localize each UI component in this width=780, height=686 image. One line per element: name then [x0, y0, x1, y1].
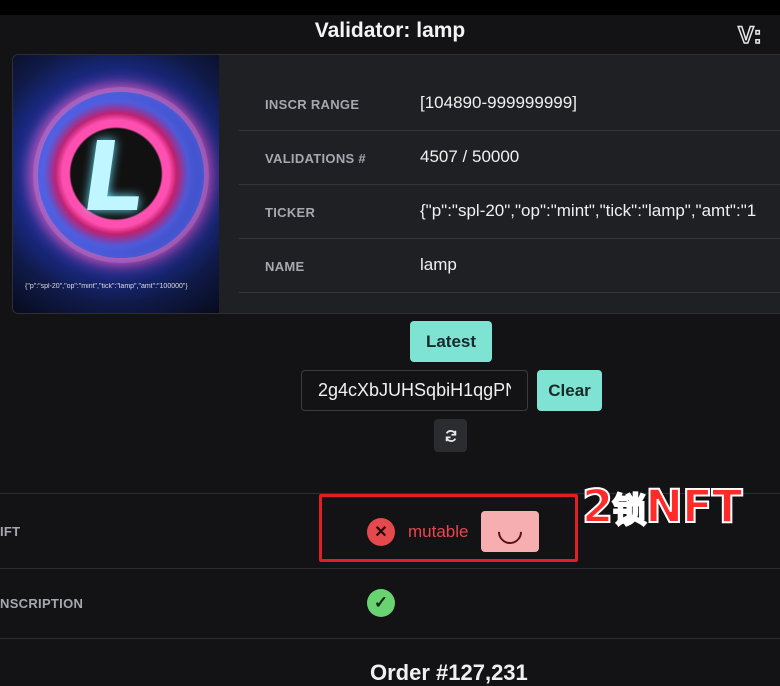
detail-row-ticker: TICKER {"p":"spl-20","op":"mint","tick":… — [239, 185, 780, 239]
row-label-inscription: NSCRIPTION — [0, 596, 84, 611]
token-image-caption: {"p":"spl-20","op":"mint","tick":"lamp",… — [25, 283, 188, 290]
detail-label: TICKER — [265, 205, 316, 220]
detail-value: [104890-999999999] — [420, 93, 577, 112]
app-logo[interactable]: V: — [737, 21, 763, 50]
table-divider — [0, 638, 780, 639]
check-icon: ✓ — [367, 589, 395, 617]
refresh-icon — [445, 429, 456, 442]
annotation-text-cn: 锁 — [611, 490, 647, 532]
table-divider — [0, 568, 780, 569]
token-card: L {"p":"spl-20","op":"mint","tick":"lamp… — [12, 54, 780, 314]
address-input[interactable] — [301, 370, 528, 411]
detail-label: INSCR RANGE — [265, 97, 360, 112]
clear-button[interactable]: Clear — [537, 370, 602, 411]
latest-button[interactable]: Latest — [410, 321, 492, 362]
detail-value: {"p":"spl-20","op":"mint","tick":"lamp",… — [420, 201, 757, 220]
annotation-highlight-box — [319, 494, 578, 562]
annotation-text-en: NFT — [644, 479, 743, 534]
page-title: Validator: lamp — [314, 19, 466, 42]
annotation-label: 2锁NFT — [581, 479, 743, 534]
annotation-number: 2 — [581, 479, 614, 534]
detail-row-name: NAME lamp — [239, 239, 780, 293]
detail-label: VALIDATIONS # — [265, 151, 366, 166]
detail-row-validations: VALIDATIONS # 4507 / 50000 — [239, 131, 780, 185]
token-details: INSCR RANGE [104890-999999999] VALIDATIO… — [239, 77, 780, 293]
detail-value: 4507 / 50000 — [420, 147, 520, 166]
detail-label: NAME — [265, 259, 305, 274]
refresh-button[interactable] — [434, 419, 467, 452]
top-bar — [0, 0, 780, 15]
token-image: L {"p":"spl-20","op":"mint","tick":"lamp… — [13, 55, 219, 313]
detail-row-inscr-range: INSCR RANGE [104890-999999999] — [239, 77, 780, 131]
order-heading: Order #127,231 — [370, 660, 528, 685]
detail-value: lamp — [420, 255, 457, 274]
row-label-nft: IFT — [0, 524, 21, 539]
